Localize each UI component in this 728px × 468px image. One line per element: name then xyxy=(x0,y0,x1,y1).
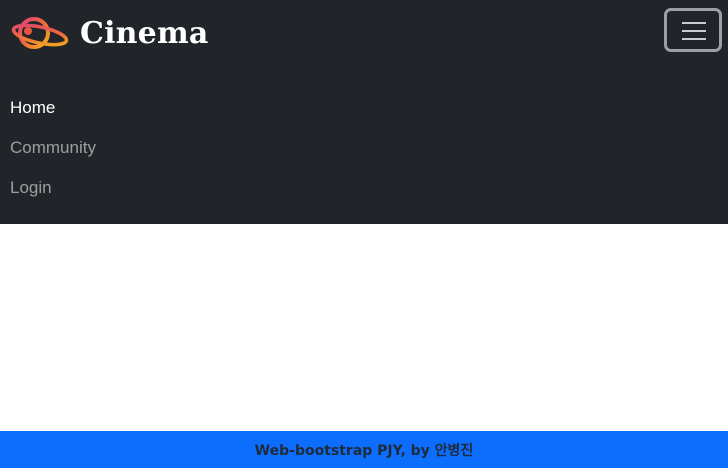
nav-item-community: Community xyxy=(10,128,96,168)
nav-menu: Home Community Login xyxy=(10,88,96,208)
nav-link-community[interactable]: Community xyxy=(10,128,96,168)
navbar: Cinema Home Community Login xyxy=(0,0,728,224)
nav-item-home: Home xyxy=(10,88,96,128)
nav-link-home[interactable]: Home xyxy=(10,88,55,128)
planet-logo-icon xyxy=(11,17,69,49)
brand-link[interactable]: Cinema xyxy=(10,10,209,56)
nav-link-login[interactable]: Login xyxy=(10,168,52,208)
hamburger-menu-icon xyxy=(682,22,706,40)
navbar-toggler-button[interactable] xyxy=(664,8,722,52)
brand-name: Cinema xyxy=(80,15,209,51)
nav-item-login: Login xyxy=(10,168,96,208)
footer-credit-text: Web-bootstrap PJY, by 안병진 xyxy=(254,442,474,459)
footer: Web-bootstrap PJY, by 안병진 xyxy=(0,431,728,468)
